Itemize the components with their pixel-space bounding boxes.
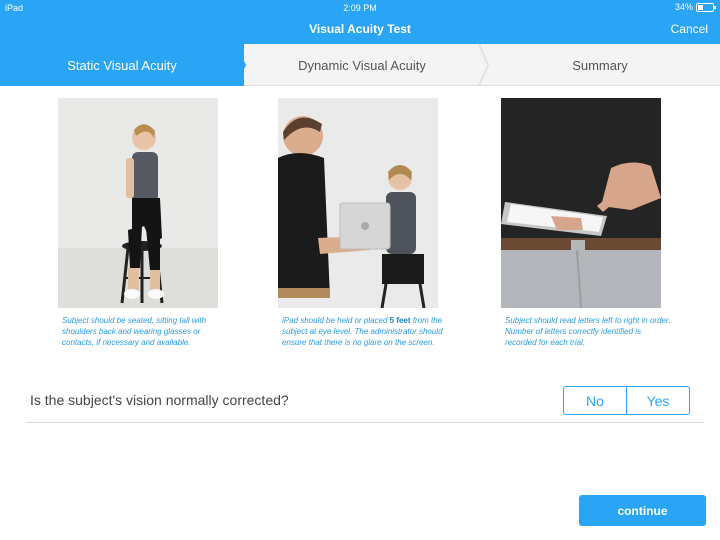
battery-indicator: 34% — [674, 2, 716, 12]
cancel-button[interactable]: Cancel — [671, 22, 708, 36]
ipad-distance-instruction: iPad should be held or placed 5 feet fro… — [282, 315, 450, 348]
tab-summary[interactable]: Summary — [480, 44, 720, 86]
step-tabs: Static Visual Acuity Dynamic Visual Acui… — [0, 44, 720, 86]
tab-static-visual-acuity[interactable]: Static Visual Acuity — [0, 44, 244, 86]
vision-correction-question: Is the subject's vision normally correct… — [30, 392, 289, 408]
top-bar: iPad 2:09 PM 34% Visual Acuity Test Canc… — [0, 0, 720, 44]
no-option-button[interactable]: No — [564, 387, 626, 414]
yes-option-button[interactable]: Yes — [626, 387, 689, 414]
battery-percent: 34% — [674, 2, 693, 12]
page-title: Visual Acuity Test — [309, 22, 411, 36]
status-time: 2:09 PM — [343, 3, 377, 13]
seated-subject-photo — [58, 98, 218, 308]
status-bar: iPad 2:09 PM 34% — [0, 0, 720, 16]
seating-instruction: Subject should be seated, sitting tall w… — [62, 316, 207, 347]
vision-correction-toggle: No Yes — [563, 386, 690, 415]
continue-button[interactable]: continue — [579, 495, 706, 526]
battery-icon — [696, 2, 716, 12]
caption-text-start: iPad should be held or placed — [282, 316, 390, 325]
distance-highlight: 5 feet — [389, 316, 411, 325]
tab-dynamic-visual-acuity[interactable]: Dynamic Visual Acuity — [244, 44, 480, 86]
ipad-tap-photo — [501, 98, 661, 308]
reading-instruction: Subject should read letters left to righ… — [505, 316, 671, 347]
divider — [26, 422, 704, 423]
administrator-ipad-photo — [278, 98, 438, 308]
